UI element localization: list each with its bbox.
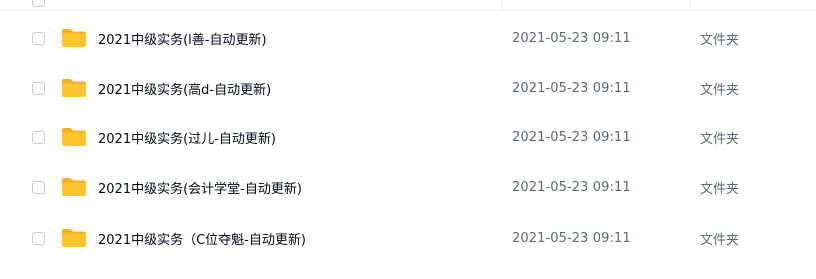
modified-time: 2021-05-23 09:11 <box>512 179 631 195</box>
modified-time: 2021-05-23 09:11 <box>512 230 631 246</box>
folder-icon <box>62 79 86 97</box>
row-checkbox[interactable] <box>32 31 45 45</box>
header-divider <box>0 10 816 11</box>
file-name-link[interactable]: 2021中级实务(l善-自动更新) <box>98 29 267 48</box>
file-row[interactable]: 2021中级实务(高d-自动更新) 2021-05-23 09:11 文件夹 <box>0 63 816 113</box>
file-name-link[interactable]: 2021中级实务(高d-自动更新) <box>98 79 271 98</box>
file-row[interactable]: 2021中级实务(l善-自动更新) 2021-05-23 09:11 文件夹 <box>0 13 816 63</box>
modified-time: 2021-05-23 09:11 <box>512 30 631 46</box>
select-all-checkbox[interactable] <box>32 0 45 7</box>
file-type: 文件夹 <box>700 131 740 147</box>
folder-icon <box>62 128 86 146</box>
file-name-link[interactable]: 2021中级实务(会计学堂-自动更新) <box>98 178 302 197</box>
row-checkbox[interactable] <box>32 180 45 194</box>
column-divider[interactable] <box>502 0 503 10</box>
file-type: 文件夹 <box>700 232 740 248</box>
row-checkbox[interactable] <box>32 231 45 245</box>
column-divider[interactable] <box>690 0 691 10</box>
row-checkbox[interactable] <box>32 130 45 144</box>
file-name-link[interactable]: 2021中级实务(过儿-自动更新) <box>98 128 276 147</box>
file-type: 文件夹 <box>700 181 740 197</box>
file-row[interactable]: 2021中级实务（C位夺魁-自动更新) 2021-05-23 09:11 文件夹 <box>0 213 816 263</box>
folder-icon <box>62 178 86 196</box>
folder-icon <box>62 29 86 47</box>
file-list: 2021中级实务(l善-自动更新) 2021-05-23 09:11 文件夹 2… <box>0 0 816 279</box>
file-name-link[interactable]: 2021中级实务（C位夺魁-自动更新) <box>98 229 306 248</box>
file-type: 文件夹 <box>700 32 740 48</box>
row-checkbox[interactable] <box>32 81 45 95</box>
file-type: 文件夹 <box>700 82 740 98</box>
modified-time: 2021-05-23 09:11 <box>512 80 631 96</box>
modified-time: 2021-05-23 09:11 <box>512 129 631 145</box>
folder-icon <box>62 229 86 247</box>
file-row[interactable]: 2021中级实务(会计学堂-自动更新) 2021-05-23 09:11 文件夹 <box>0 162 816 212</box>
file-row[interactable]: 2021中级实务(过儿-自动更新) 2021-05-23 09:11 文件夹 <box>0 112 816 162</box>
